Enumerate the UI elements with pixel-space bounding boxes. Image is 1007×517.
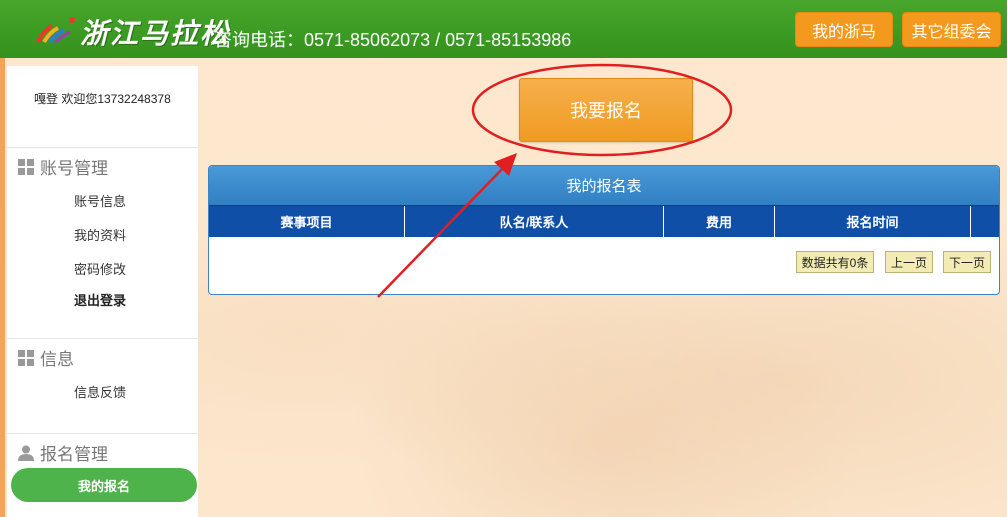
table-header-row: 赛事项目 队名/联系人 费用 报名时间: [209, 205, 999, 237]
sidebar-item-logout[interactable]: 退出登录: [74, 290, 126, 309]
column-header-extra: [971, 206, 999, 237]
section-account-management: 账号管理: [17, 154, 108, 179]
divider: [7, 338, 198, 339]
section-title: 账号管理: [40, 159, 108, 178]
sidebar-item-account-info[interactable]: 账号信息: [74, 191, 126, 210]
other-committees-button[interactable]: 其它组委会: [902, 12, 1001, 47]
section-registration-management: 报名管理: [17, 440, 108, 465]
next-page-button[interactable]: 下一页: [943, 251, 991, 273]
section-title: 信息: [40, 350, 74, 369]
table-title: 我的报名表: [209, 166, 999, 205]
grid-icon: [18, 158, 34, 175]
grid-icon: [18, 349, 34, 366]
section-info: 信息: [17, 345, 74, 370]
sidebar-item-my-profile[interactable]: 我的资料: [74, 225, 126, 244]
sidebar-item-feedback[interactable]: 信息反馈: [74, 382, 126, 401]
column-header-event: 赛事项目: [209, 206, 405, 237]
divider: [7, 433, 198, 434]
my-marathon-button[interactable]: 我的浙马: [795, 12, 893, 47]
sidebar-item-change-password[interactable]: 密码修改: [74, 259, 126, 278]
top-header: 浙江马拉松 咨询电话：0571-85062073 / 0571-85153986…: [0, 0, 1007, 58]
section-title: 报名管理: [40, 445, 108, 464]
welcome-text: 嘎登 欢迎您13732248378: [34, 92, 171, 106]
sidebar: 嘎登 欢迎您13732248378 账号管理 账号信息 我的资料 密码修改 退出…: [7, 66, 198, 517]
left-accent-strip: [0, 58, 5, 517]
registration-table-panel: 我的报名表 赛事项目 队名/联系人 费用 报名时间 数据共有0条 上一页 下一页: [208, 165, 1000, 295]
record-count: 数据共有0条: [796, 251, 874, 273]
signup-button[interactable]: 我要报名: [519, 78, 693, 142]
column-header-team-contact: 队名/联系人: [405, 206, 664, 237]
prev-page-button[interactable]: 上一页: [885, 251, 933, 273]
hotline-text: 咨询电话：0571-85062073 / 0571-85153986: [214, 30, 572, 50]
column-header-fee: 费用: [664, 206, 775, 237]
user-icon: [18, 445, 34, 461]
divider: [7, 147, 198, 148]
brand-title: 浙江马拉松: [80, 17, 231, 50]
sidebar-item-my-registration[interactable]: 我的报名: [11, 468, 197, 502]
runner-logo-icon: [36, 17, 75, 44]
column-header-registration-time: 报名时间: [775, 206, 971, 237]
